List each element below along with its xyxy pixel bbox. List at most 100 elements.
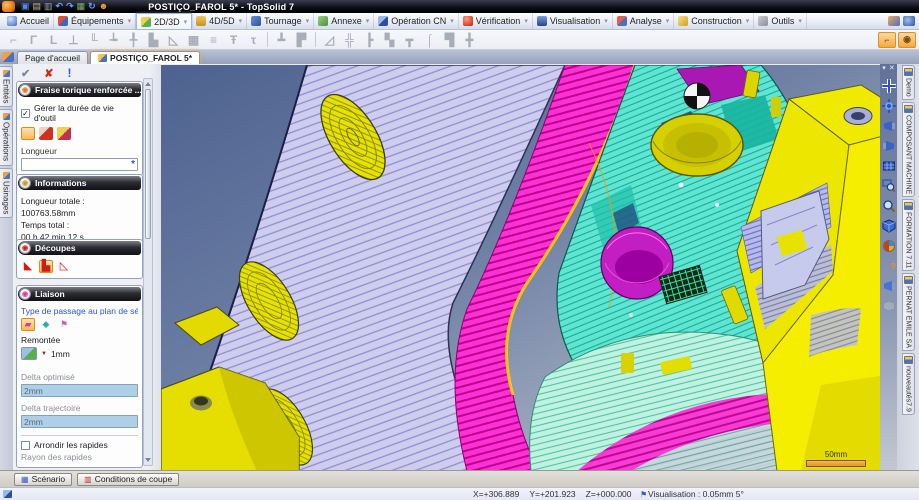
sidebar-tab-usinages[interactable]: Usinages <box>0 167 13 218</box>
longueur-input[interactable] <box>22 159 137 170</box>
liaison-header[interactable]: ◉ Liaison <box>18 287 141 301</box>
decoupes-header[interactable]: ◉ Découpes <box>18 241 141 255</box>
machining-op-icon[interactable]: ╋ <box>460 31 479 48</box>
tool-swap-icon[interactable] <box>57 127 71 140</box>
orient-cross-icon[interactable] <box>881 99 896 113</box>
user-icon[interactable]: ☻ <box>99 1 108 12</box>
machining-op-icon[interactable]: ▚ <box>380 31 399 48</box>
machining-op-icon[interactable]: Γ <box>24 31 43 48</box>
validate-button[interactable]: ✔ <box>21 67 30 80</box>
screen-grid-icon[interactable] <box>882 159 896 173</box>
tab-analyse[interactable]: Analyse <box>613 13 675 29</box>
scroll-down-arrow[interactable] <box>145 458 151 462</box>
machining-op-icon[interactable]: ▜ <box>440 31 459 48</box>
documents-icon[interactable] <box>2 52 14 62</box>
machining-op-icon[interactable]: ◿ <box>320 31 339 48</box>
autohide-pin-icon[interactable]: ▾ <box>882 65 886 73</box>
library-tab-nouveautes[interactable]: nouveautés7.9 <box>901 353 915 416</box>
zoom-window-icon[interactable] <box>881 179 896 193</box>
machining-op-icon[interactable]: ⌠ <box>420 31 439 48</box>
scroll-up-arrow[interactable] <box>145 82 151 86</box>
cut-left-icon[interactable]: ◣ <box>21 260 35 273</box>
machining-op-icon[interactable]: ⊥ <box>64 31 83 48</box>
passage-drop-icon[interactable]: ◆ <box>39 318 53 331</box>
camera-icon[interactable]: ◉ <box>898 31 916 48</box>
remontee-mode-icon[interactable] <box>21 347 37 360</box>
projector-right-icon[interactable] <box>882 139 896 153</box>
machining-op-icon[interactable]: Ŧ <box>224 31 243 48</box>
export-icon[interactable]: ▦ <box>77 1 86 12</box>
tab-equipements[interactable]: Équipements <box>54 13 137 29</box>
topsolid-logo-icon[interactable] <box>2 1 15 12</box>
arrondir-checkbox[interactable] <box>21 440 30 450</box>
ghost-cube-icon[interactable] <box>882 299 896 313</box>
redo-icon[interactable]: ↷ <box>66 1 74 12</box>
tool-alarm-icon[interactable] <box>39 127 53 140</box>
passage-flag-icon[interactable]: ⚑ <box>57 318 71 331</box>
machining-op-icon[interactable]: τ <box>244 31 263 48</box>
machining-op-icon[interactable]: ▙ <box>144 31 163 48</box>
key-icon[interactable]: ⌐ <box>878 31 896 48</box>
tab-visualisation[interactable]: Visualisation <box>533 13 613 29</box>
delta-trajectoire-field[interactable]: 2mm <box>21 415 138 428</box>
cut-mid-icon[interactable]: ▙ <box>39 260 53 273</box>
refresh-icon[interactable]: ↻ <box>88 1 96 12</box>
machining-op-icon[interactable]: ⌐ <box>4 31 23 48</box>
close-icon[interactable]: ✕ <box>889 65 895 73</box>
tool-usage-icon[interactable] <box>21 127 35 140</box>
library-tab-formation[interactable]: FORMATION 7.11 <box>901 198 915 272</box>
tab-scenario[interactable]: ▦ Scénario <box>14 472 73 486</box>
machining-op-icon[interactable]: ◺ <box>164 31 183 48</box>
tab-tournage[interactable]: Tournage <box>247 13 315 29</box>
tab-postico-farol[interactable]: POSTIÇO_FAROL 5* <box>90 51 201 64</box>
sidebar-tab-operations[interactable]: Opérations <box>0 109 13 166</box>
delta-optimise-field[interactable]: 2mm <box>21 384 138 397</box>
tool-life-checkbox[interactable]: ✓ <box>21 108 30 118</box>
preview-button[interactable]: ! <box>67 66 71 80</box>
options-icon[interactable] <box>888 16 900 26</box>
machining-op-icon[interactable]: ╀ <box>124 31 143 48</box>
tab-verification[interactable]: Vérification <box>459 13 533 29</box>
viewport-3d[interactable]: 50mm <box>161 64 880 470</box>
tab-accueil[interactable]: Accueil <box>3 13 55 29</box>
machining-op-icon[interactable]: ┳ <box>400 31 419 48</box>
tab-4d5d[interactable]: 4D/5D <box>192 13 248 29</box>
view-cube-icon[interactable] <box>882 219 896 233</box>
machining-op-icon[interactable]: ┣ <box>360 31 379 48</box>
scrollbar-thumb[interactable] <box>145 89 151 239</box>
machining-op-icon[interactable]: L <box>44 31 63 48</box>
remontee-dropdown-arrow[interactable]: ▼ <box>41 351 47 357</box>
undo-icon[interactable]: ↶ <box>56 1 64 12</box>
machining-op-icon[interactable]: ≡ <box>204 31 223 48</box>
passage-plane-icon[interactable]: ▰ <box>21 318 35 331</box>
library-tab-pernat-emile[interactable]: PERNAT EMILE SA <box>901 273 915 352</box>
tab-operation-cn[interactable]: Opération CN <box>374 13 459 29</box>
pan-cross-icon[interactable] <box>881 79 896 93</box>
cancel-button[interactable]: ✘ <box>44 67 53 80</box>
tab-annexe[interactable]: Annexe <box>314 13 375 29</box>
machining-op-icon[interactable]: ╙ <box>84 31 103 48</box>
panel-scrollbar[interactable] <box>143 78 153 466</box>
tool-card-header[interactable]: ◉ Fraise torique renforcée ... <box>18 83 141 97</box>
library-tab-demo[interactable]: Demo <box>901 65 915 100</box>
machining-op-icon[interactable]: ▛ <box>292 31 311 48</box>
print-icon[interactable]: ▥ <box>44 1 53 12</box>
machining-op-icon[interactable]: ┶ <box>104 31 123 48</box>
tab-home-page[interactable]: Page d'accueil <box>17 51 89 64</box>
sidebar-tab-entites[interactable]: Entités <box>0 66 13 108</box>
informations-header[interactable]: ◉ Informations <box>18 176 141 190</box>
machining-op-icon[interactable]: ┻ <box>272 31 291 48</box>
tab-conditions-de-coupe[interactable]: ▥ Conditions de coupe <box>77 472 180 486</box>
help-icon[interactable]: ? <box>882 259 896 273</box>
tab-outils[interactable]: Outils <box>754 13 807 29</box>
machining-op-icon[interactable]: ╬ <box>340 31 359 48</box>
save-icon[interactable]: ▣ <box>21 1 30 12</box>
cut-right-icon[interactable]: ◺ <box>57 260 71 273</box>
machining-op-icon[interactable]: ▦ <box>184 31 203 48</box>
tab-construction[interactable]: Construction <box>674 13 755 29</box>
zoom-icon[interactable] <box>882 199 896 213</box>
help-globe-icon[interactable] <box>903 16 915 26</box>
open-icon[interactable]: ▤ <box>33 1 42 12</box>
render-sphere-icon[interactable] <box>882 239 896 253</box>
beamer-icon[interactable] <box>882 279 896 293</box>
